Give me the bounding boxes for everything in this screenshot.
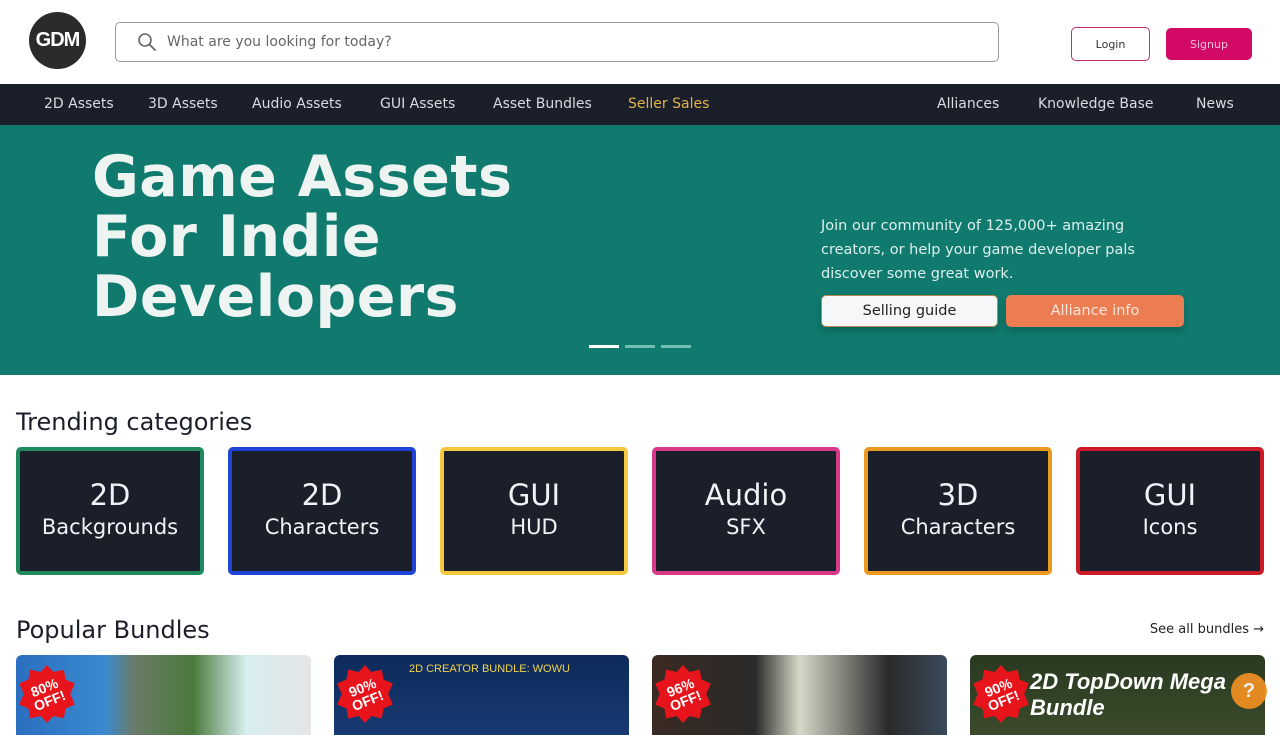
discount-badge: 96% OFF! <box>655 665 711 723</box>
nav-3d-assets[interactable]: 3D Assets <box>148 84 218 125</box>
nav-knowledge-base[interactable]: Knowledge Base <box>1038 84 1154 125</box>
category-tile-subtitle: SFX <box>726 515 766 539</box>
discount-badge: 80% OFF! <box>19 665 75 723</box>
search-icon <box>138 33 156 51</box>
nav-2d-assets[interactable]: 2D Assets <box>44 84 114 125</box>
hero-title-line: Developers <box>92 264 459 330</box>
carousel-dot[interactable] <box>625 345 655 348</box>
bundle-card[interactable]: 80% OFF! <box>16 655 311 735</box>
category-tile[interactable]: GUI HUD <box>440 447 628 575</box>
nav-asset-bundles[interactable]: Asset Bundles <box>493 84 592 125</box>
nav-gui-assets[interactable]: GUI Assets <box>380 84 455 125</box>
top-bar: GDM Login Signup <box>0 0 1280 84</box>
bundle-card[interactable]: 2D CREATOR BUNDLE: WOWU 90% OFF! <box>334 655 629 735</box>
alliance-info-button[interactable]: Alliance info <box>1006 295 1184 327</box>
help-button[interactable]: ? <box>1231 673 1267 709</box>
discount-badge: 90% OFF! <box>337 665 393 723</box>
carousel-dot[interactable] <box>661 345 691 348</box>
bundle-card[interactable]: 96% OFF! <box>652 655 947 735</box>
category-tile-subtitle: Backgrounds <box>41 515 179 539</box>
category-tile-title: 2D <box>89 478 131 512</box>
hero-title: Game Assets For Indie Developers <box>92 147 512 327</box>
search-bar[interactable] <box>115 22 999 62</box>
hero-banner: Game Assets For Indie Developers Join ou… <box>0 125 1280 375</box>
bundle-title: 2D TopDown Mega Bundle <box>1030 669 1226 720</box>
login-button[interactable]: Login <box>1071 27 1150 61</box>
nav-alliances[interactable]: Alliances <box>937 84 999 125</box>
category-tile-subtitle: Icons <box>1142 515 1198 539</box>
category-tile[interactable]: GUI Icons <box>1076 447 1264 575</box>
discount-badge: 90% OFF! <box>973 665 1029 723</box>
nav-seller-sales[interactable]: Seller Sales <box>628 84 709 125</box>
category-tile[interactable]: 2D Backgrounds <box>16 447 204 575</box>
signup-button[interactable]: Signup <box>1166 28 1252 60</box>
see-all-bundles-link[interactable]: See all bundles → <box>1150 622 1264 637</box>
category-tile[interactable]: 2D Characters <box>228 447 416 575</box>
category-tile[interactable]: 3D Characters <box>864 447 1052 575</box>
trending-title: Trending categories <box>16 408 253 436</box>
category-tile-subtitle: HUD <box>510 515 558 539</box>
category-tile[interactable]: Audio SFX <box>652 447 840 575</box>
category-tile-title: 3D <box>937 478 979 512</box>
nav-audio-assets[interactable]: Audio Assets <box>252 84 342 125</box>
category-tile-title: 2D <box>301 478 343 512</box>
bundle-card[interactable]: 2D TopDown Mega Bundle 90% OFF! <box>970 655 1265 735</box>
hero-description: Join our community of 125,000+ amazing c… <box>821 218 1135 282</box>
carousel-indicators <box>589 345 691 348</box>
logo-text: GDM <box>35 29 81 51</box>
carousel-dot[interactable] <box>589 345 619 348</box>
bundle-title: 2D CREATOR BUNDLE: WOWU <box>409 663 570 675</box>
hero-title-line: For Indie <box>92 204 382 270</box>
nav-news[interactable]: News <box>1196 84 1234 125</box>
hero-title-line: Game Assets <box>92 144 513 210</box>
search-input[interactable] <box>167 34 947 50</box>
selling-guide-button[interactable]: Selling guide <box>821 295 998 327</box>
main-nav: 2D Assets 3D Assets Audio Assets GUI Ass… <box>0 84 1280 125</box>
category-tile-title: Audio <box>704 478 788 512</box>
bundles-title: Popular Bundles <box>16 616 210 644</box>
category-tile-title: GUI <box>1143 478 1197 512</box>
category-tile-title: GUI <box>507 478 561 512</box>
logo[interactable]: GDM <box>29 12 86 69</box>
category-tile-subtitle: Characters <box>900 515 1016 539</box>
category-tile-subtitle: Characters <box>264 515 380 539</box>
moon-icon[interactable] <box>1026 26 1056 56</box>
